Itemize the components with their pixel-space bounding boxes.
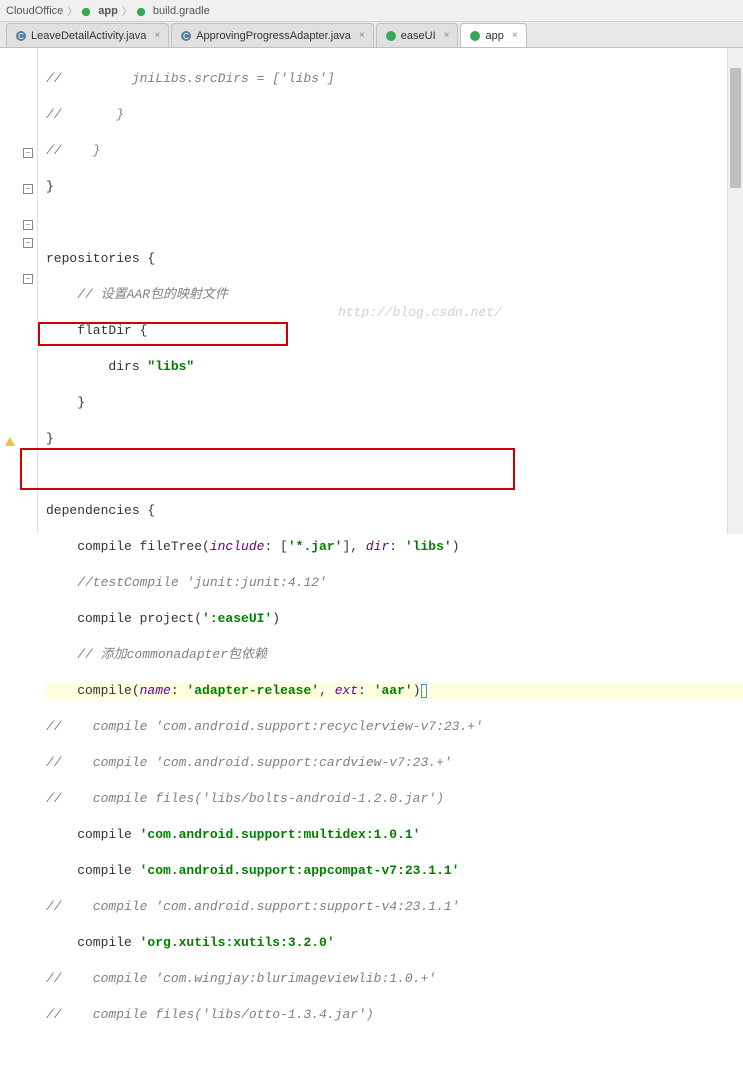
code-line: // compile files('libs/otto-1.3.4.jar') (46, 1006, 743, 1024)
code-line: //testCompile 'junit:junit:4.12' (46, 574, 743, 592)
code-line: flatDir { (46, 322, 743, 340)
code-line: // 设置AAR包的映射文件 (46, 286, 743, 304)
chevron-right-icon: 〉 (122, 3, 132, 18)
tab-app[interactable]: app × (460, 23, 526, 47)
gradle-file-icon (385, 30, 397, 42)
tab-label: LeaveDetailActivity.java (31, 30, 146, 42)
breadcrumb: CloudOffice 〉 app 〉 build.gradle (0, 0, 743, 22)
close-icon[interactable]: × (359, 30, 365, 41)
code-line (46, 466, 743, 484)
code-line (46, 214, 743, 232)
code-line: // } (46, 106, 743, 124)
close-icon[interactable]: × (512, 30, 518, 41)
warning-icon[interactable] (4, 436, 16, 448)
code-line: compile 'org.xutils:xutils:3.2.0' (46, 934, 743, 952)
vertical-scrollbar[interactable] (727, 48, 743, 534)
close-icon[interactable]: × (444, 30, 450, 41)
tab-label: easeUI (401, 30, 436, 42)
code-line: // compile 'com.android.support:cardview… (46, 754, 743, 772)
gradle-file-icon (469, 30, 481, 42)
code-line: } (46, 394, 743, 412)
fold-toggle[interactable]: − (23, 184, 33, 194)
tab-leave-detail[interactable]: C LeaveDetailActivity.java × (6, 23, 169, 47)
code-line: compile 'com.android.support:multidex:1.… (46, 826, 743, 844)
chevron-right-icon: 〉 (67, 3, 77, 18)
code-line: } (46, 430, 743, 448)
code-line: dependencies { (46, 502, 743, 520)
code-line: // compile 'com.wingjay:blurimageviewlib… (46, 970, 743, 988)
tab-label: app (485, 30, 503, 42)
breadcrumb-item[interactable]: app (98, 5, 118, 17)
editor-tabs: C LeaveDetailActivity.java × C Approving… (0, 22, 743, 48)
code-line: // compile 'com.android.support:support-… (46, 898, 743, 916)
tab-approving-progress[interactable]: C ApprovingProgressAdapter.java × (171, 23, 374, 47)
close-icon[interactable]: × (154, 30, 160, 41)
code-line: compile project(':easeUI') (46, 610, 743, 628)
fold-toggle[interactable]: − (23, 238, 33, 248)
fold-toggle[interactable]: − (23, 220, 33, 230)
code-line: // jniLibs.srcDirs = ['libs'] (46, 70, 743, 88)
text-cursor (421, 684, 427, 698)
code-line: compile 'com.android.support:appcompat-v… (46, 862, 743, 880)
code-line: // 添加commonadapter包依赖 (46, 646, 743, 664)
code-line: repositories { (46, 250, 743, 268)
scroll-thumb[interactable] (730, 68, 741, 188)
code-line: // compile 'com.android.support:recycler… (46, 718, 743, 736)
editor-area: − − − − − // jniLibs.srcDirs = ['libs'] … (0, 48, 743, 534)
code-line: dirs "libs" (46, 358, 743, 376)
fold-toggle[interactable]: − (23, 274, 33, 284)
breadcrumb-item[interactable]: CloudOffice (6, 5, 63, 17)
code-line: compile fileTree(include: ['*.jar'], dir… (46, 538, 743, 556)
breadcrumb-item[interactable]: build.gradle (153, 5, 210, 17)
watermark-text: http://blog.csdn.net/ (338, 304, 502, 322)
gutter: − − − − − (0, 48, 38, 534)
code-line: // compile files('libs/bolts-android-1.2… (46, 790, 743, 808)
svg-text:C: C (18, 32, 24, 41)
java-file-icon: C (180, 30, 192, 42)
java-file-icon: C (15, 30, 27, 42)
code-editor[interactable]: // jniLibs.srcDirs = ['libs'] // } // } … (38, 48, 743, 534)
code-line-active: compile(name: 'adapter-release', ext: 'a… (46, 682, 743, 700)
fold-toggle[interactable]: − (23, 148, 33, 158)
app-icon (81, 6, 91, 16)
gradle-file-icon (136, 6, 146, 16)
code-line: // } (46, 142, 743, 160)
svg-text:C: C (183, 32, 189, 41)
tab-label: ApprovingProgressAdapter.java (196, 30, 351, 42)
tab-easeui[interactable]: easeUI × (376, 23, 459, 47)
code-line: } (46, 178, 743, 196)
